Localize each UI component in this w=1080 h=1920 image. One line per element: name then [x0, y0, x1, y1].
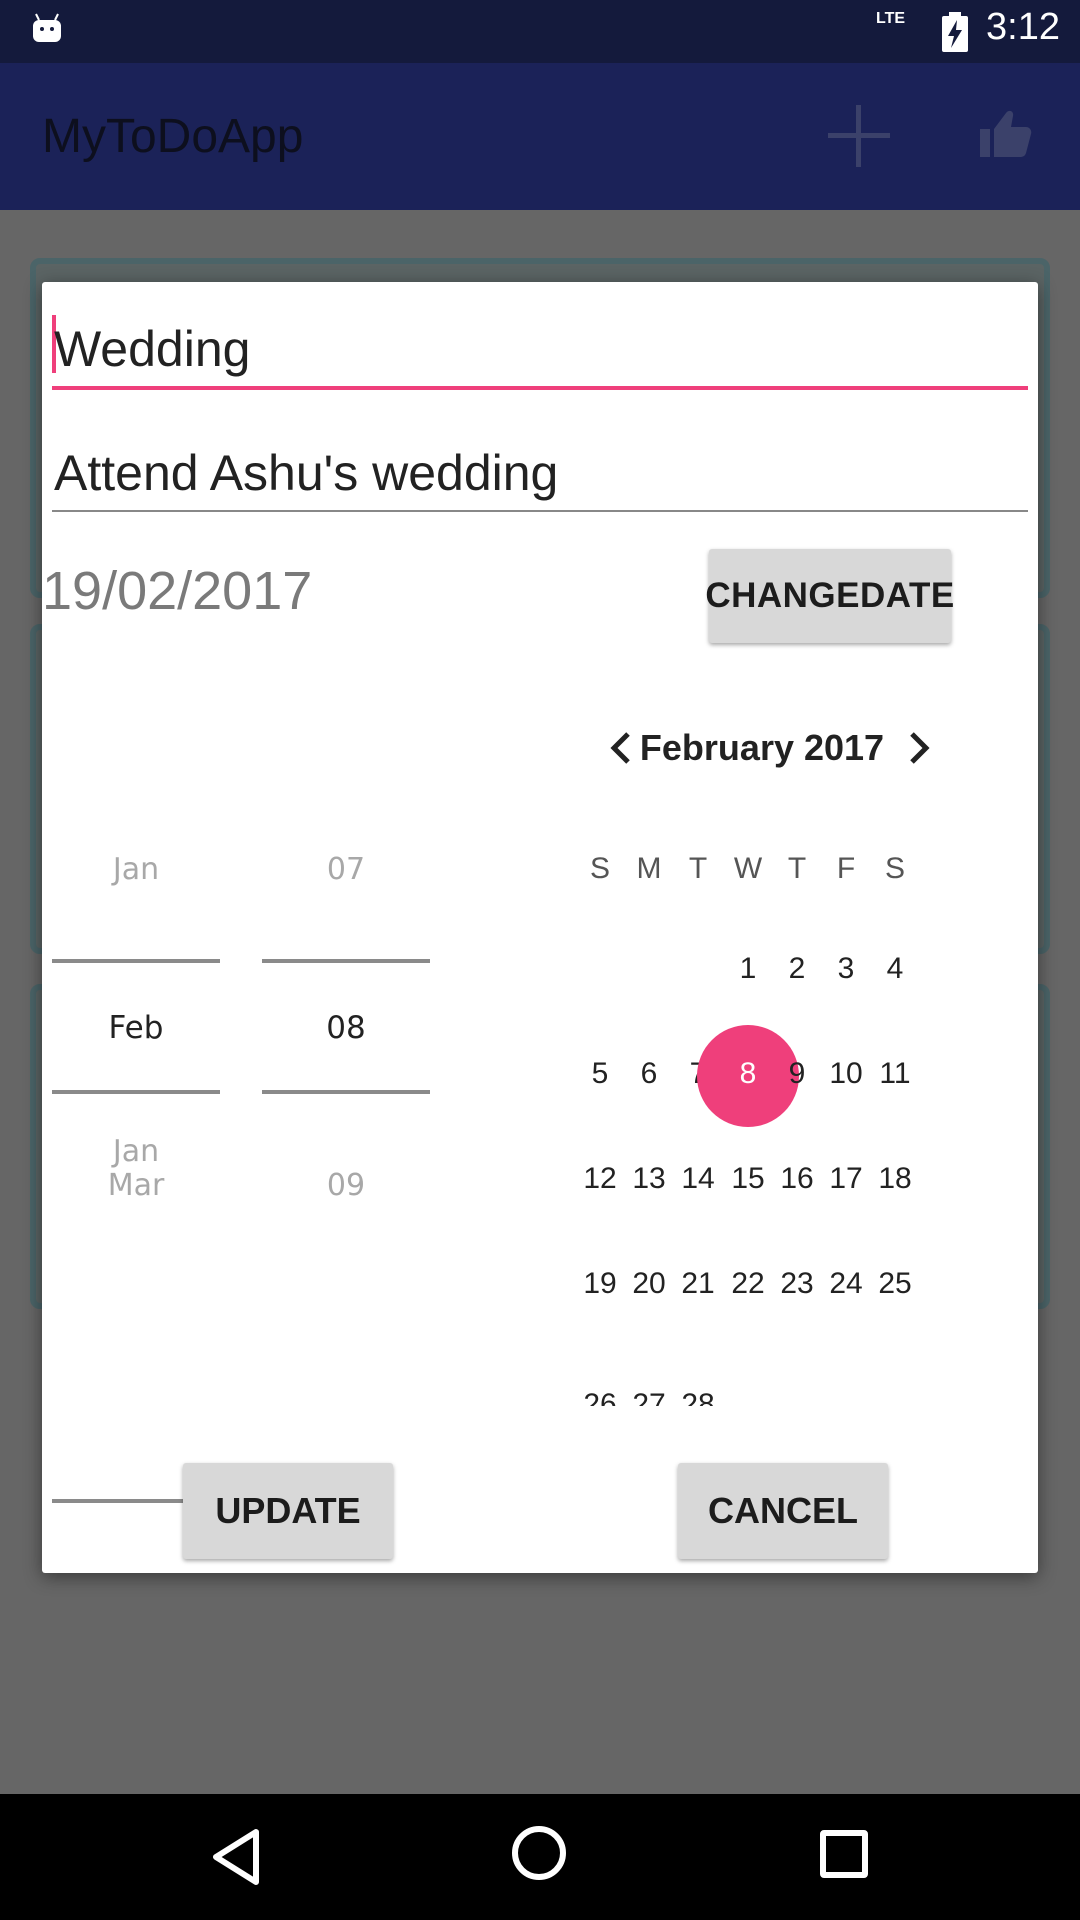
battery-charging-icon — [942, 12, 968, 52]
back-icon[interactable] — [210, 1828, 268, 1886]
calendar-day[interactable]: 4 — [871, 952, 919, 986]
spinner-divider — [52, 1090, 220, 1094]
calendar-day[interactable]: 2 — [773, 952, 821, 986]
app-title: MyToDoApp — [42, 110, 304, 163]
next-month-icon[interactable] — [898, 726, 938, 770]
calendar-day[interactable]: 6 — [625, 1057, 673, 1091]
calendar-day[interactable]: 19 — [576, 1267, 624, 1301]
update-button[interactable]: UPDATE — [183, 1463, 393, 1559]
calendar-day[interactable]: 27 — [625, 1386, 673, 1406]
calendar-day[interactable]: 14 — [674, 1162, 722, 1196]
add-icon[interactable] — [826, 103, 892, 169]
month-next[interactable]: Mar — [52, 1168, 220, 1203]
spinner-divider — [262, 959, 430, 963]
spinner-divider — [52, 959, 220, 963]
description-field[interactable]: Attend Ashu's wedding — [52, 432, 1028, 512]
calendar-day[interactable]: 21 — [674, 1267, 722, 1301]
calendar-day[interactable]: 22 — [724, 1267, 772, 1301]
weekday-label: W — [733, 852, 763, 885]
thumbs-up-icon[interactable] — [978, 107, 1032, 161]
calendar-day[interactable]: 8 — [724, 1057, 772, 1091]
description-value: Attend Ashu's wedding — [54, 445, 559, 501]
month-selected[interactable]: Feb — [52, 1010, 220, 1046]
weekday-label: S — [884, 852, 905, 885]
cancel-button[interactable]: CANCEL — [678, 1463, 888, 1559]
month-prev[interactable]: Jan — [52, 852, 220, 887]
weekday-label: S — [589, 852, 610, 885]
edit-todo-dialog: Wedding Attend Ashu's wedding 19/02/2017… — [42, 282, 1038, 1573]
calendar-day[interactable]: 20 — [625, 1267, 673, 1301]
calendar-day[interactable]: 15 — [724, 1162, 772, 1196]
status-bar: LTE 3:12 — [0, 0, 1080, 63]
calendar-day[interactable]: 11 — [871, 1057, 919, 1091]
home-icon[interactable] — [512, 1826, 566, 1880]
calendar-day[interactable]: 28 — [674, 1386, 722, 1406]
day-prev[interactable]: 07 — [262, 852, 430, 887]
calendar-day[interactable]: 26 — [576, 1386, 624, 1406]
title-value: Wedding — [54, 321, 251, 377]
weekday-label: F — [836, 852, 856, 885]
weekday-label: T — [688, 852, 708, 885]
app-bar: MyToDoApp — [0, 63, 1080, 210]
calendar-day[interactable]: 1 — [724, 952, 772, 986]
weekday-label: T — [787, 852, 807, 885]
calendar-day[interactable]: 10 — [822, 1057, 870, 1091]
spinner-divider — [262, 1090, 430, 1094]
title-field[interactable]: Wedding — [52, 306, 1028, 390]
change-date-button[interactable]: CHANGEDATE — [705, 549, 954, 643]
day-selected[interactable]: 08 — [262, 1010, 430, 1046]
calendar-day[interactable]: 3 — [822, 952, 870, 986]
calendar-day[interactable]: 25 — [871, 1267, 919, 1301]
calendar-day[interactable]: 5 — [576, 1057, 624, 1091]
month-prev[interactable]: Jan — [52, 1134, 220, 1169]
calendar-month-label: February 2017 — [639, 727, 885, 768]
calendar-day[interactable]: 23 — [773, 1267, 821, 1301]
day-next[interactable]: 09 — [262, 1168, 430, 1203]
recents-icon[interactable] — [820, 1830, 868, 1878]
android-icon — [33, 13, 61, 42]
calendar-day[interactable]: 17 — [822, 1162, 870, 1196]
calendar-day[interactable]: 24 — [822, 1267, 870, 1301]
network-type: LTE — [876, 10, 906, 27]
weekday-label: M — [636, 852, 662, 885]
navigation-bar — [0, 1794, 1080, 1920]
month-spinner[interactable]: Jan — [52, 822, 220, 1503]
due-date-text: 19/02/2017 — [42, 561, 313, 621]
calendar-day[interactable]: 16 — [773, 1162, 821, 1196]
calendar-day[interactable]: 13 — [625, 1162, 673, 1196]
calendar-day[interactable]: 12 — [576, 1162, 624, 1196]
status-time: 3:12 — [986, 6, 1060, 48]
calendar-day[interactable]: 18 — [871, 1162, 919, 1196]
calendar-day[interactable]: 9 — [773, 1057, 821, 1091]
